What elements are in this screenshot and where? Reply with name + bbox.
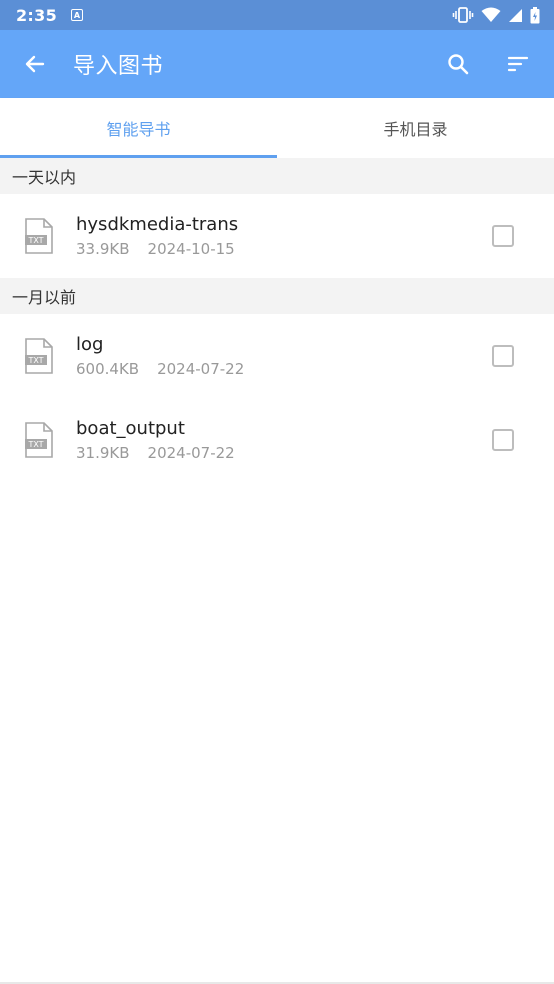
search-button[interactable]: [428, 30, 488, 98]
tab-phone-directory[interactable]: 手机目录: [277, 98, 554, 158]
notification-a-icon: A: [71, 9, 83, 21]
sort-button[interactable]: [488, 30, 548, 98]
section-header: 一天以内: [0, 158, 554, 194]
battery-icon: [530, 6, 540, 24]
tab-label: 手机目录: [383, 120, 448, 139]
txt-file-icon: TXT: [25, 338, 53, 374]
svg-text:TXT: TXT: [27, 440, 43, 449]
file-size: 33.9KB: [76, 240, 130, 258]
select-checkbox[interactable]: [492, 225, 514, 247]
vibrate-icon: [452, 7, 474, 23]
file-date: 2024-10-15: [147, 240, 235, 258]
list-item[interactable]: TXT log 600.4KB 2024-07-22: [0, 314, 554, 398]
select-checkbox[interactable]: [492, 345, 514, 367]
status-icons: [452, 6, 540, 24]
file-name: log: [76, 334, 104, 355]
list-item[interactable]: TXT boat_output 31.9KB 2024-07-22: [0, 398, 554, 482]
status-bar: 2:35 A: [0, 0, 554, 30]
list-item[interactable]: TXT hysdkmedia-trans 33.9KB 2024-10-15: [0, 194, 554, 278]
tab-label: 智能导书: [106, 120, 171, 139]
page-title: 导入图书: [73, 54, 164, 79]
svg-text:TXT: TXT: [27, 356, 43, 365]
file-size: 31.9KB: [76, 444, 130, 462]
signal-icon: [508, 8, 523, 23]
file-size: 600.4KB: [76, 360, 140, 378]
search-icon: [448, 54, 469, 75]
select-checkbox[interactable]: [492, 429, 514, 451]
section-header: 一月以前: [0, 278, 554, 314]
txt-file-icon: TXT: [25, 422, 53, 458]
file-date: 2024-07-22: [157, 360, 245, 378]
tab-bar: 智能导书 手机目录: [0, 98, 554, 158]
svg-text:TXT: TXT: [27, 236, 43, 245]
sort-icon: [507, 56, 529, 72]
file-date: 2024-07-22: [147, 444, 235, 462]
wifi-icon: [481, 7, 501, 23]
arrow-left-icon: [25, 55, 45, 73]
back-button[interactable]: [0, 30, 70, 98]
status-time: 2:35: [16, 5, 57, 25]
file-name: hysdkmedia-trans: [76, 214, 239, 235]
app-bar: 导入图书: [0, 30, 554, 98]
file-name: boat_output: [76, 418, 185, 439]
tab-smart-import[interactable]: 智能导书: [0, 98, 277, 158]
txt-file-icon: TXT: [25, 218, 53, 254]
